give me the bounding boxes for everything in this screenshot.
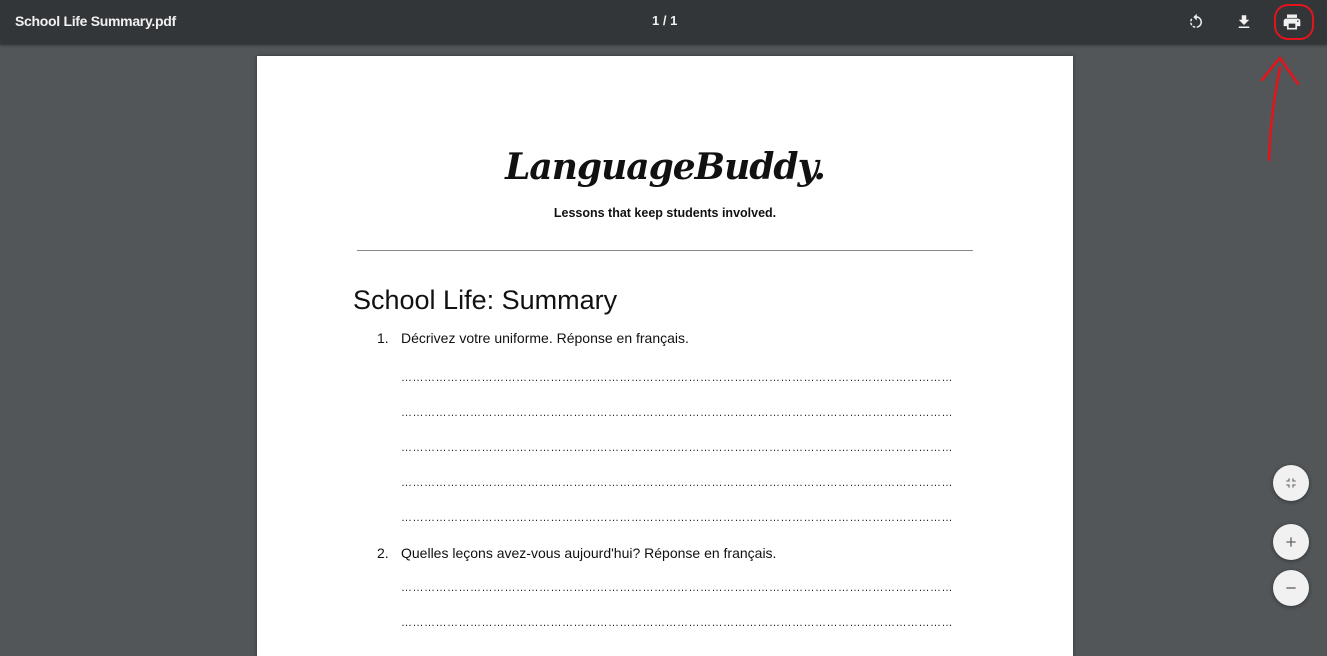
answer-line: …………………………………………………………………………………………………………… — [401, 407, 952, 419]
question-2: 2. Quelles leçons avez-vous aujourd'hui? … — [377, 545, 776, 561]
rotate-icon — [1190, 13, 1202, 28]
file-title: School Life Summary.pdf — [15, 13, 176, 29]
zoom-in-icon — [1286, 537, 1296, 547]
answer-line: …………………………………………………………………………………………………………… — [401, 617, 952, 629]
zoom-out-button[interactable] — [1273, 570, 1309, 606]
pdf-page: LanguageBuddy. Lessons that keep student… — [257, 56, 1073, 656]
print-button[interactable] — [1276, 6, 1308, 38]
divider — [357, 250, 973, 251]
viewer-toolbar: School Life Summary.pdf 1 / 1 — [0, 0, 1327, 44]
fit-to-page-icon — [1286, 478, 1296, 488]
answer-line: …………………………………………………………………………………………………………… — [401, 512, 952, 524]
answer-line: …………………………………………………………………………………………………………… — [401, 442, 952, 454]
question-number: 1. — [377, 330, 389, 346]
question-number: 2. — [377, 545, 389, 561]
download-icon — [1238, 15, 1250, 28]
question-1: 1. Décrivez votre uniforme. Réponse en fr… — [377, 330, 689, 346]
answer-line: …………………………………………………………………………………………………………… — [401, 582, 952, 594]
zoom-out-icon — [1286, 587, 1296, 589]
fit-to-page-button[interactable] — [1273, 465, 1309, 501]
answer-line: …………………………………………………………………………………………………………… — [401, 372, 952, 384]
question-text: Décrivez votre uniforme. Réponse en fran… — [401, 330, 689, 346]
download-button[interactable] — [1228, 6, 1260, 38]
brand-tagline: Lessons that keep students involved. — [553, 206, 777, 220]
brand-logo: LanguageBuddy. — [505, 146, 826, 188]
zoom-in-button[interactable] — [1273, 524, 1309, 560]
rotate-button[interactable] — [1180, 6, 1212, 38]
document-title: School Life: Summary — [353, 285, 618, 315]
print-icon — [1283, 14, 1301, 30]
page-indicator: 1 / 1 — [652, 13, 678, 28]
question-text: Quelles leçons avez-vous aujourd'hui? Ré… — [401, 545, 777, 561]
red-arrow-annotation — [1260, 56, 1300, 162]
answer-line: …………………………………………………………………………………………………………… — [401, 477, 952, 489]
